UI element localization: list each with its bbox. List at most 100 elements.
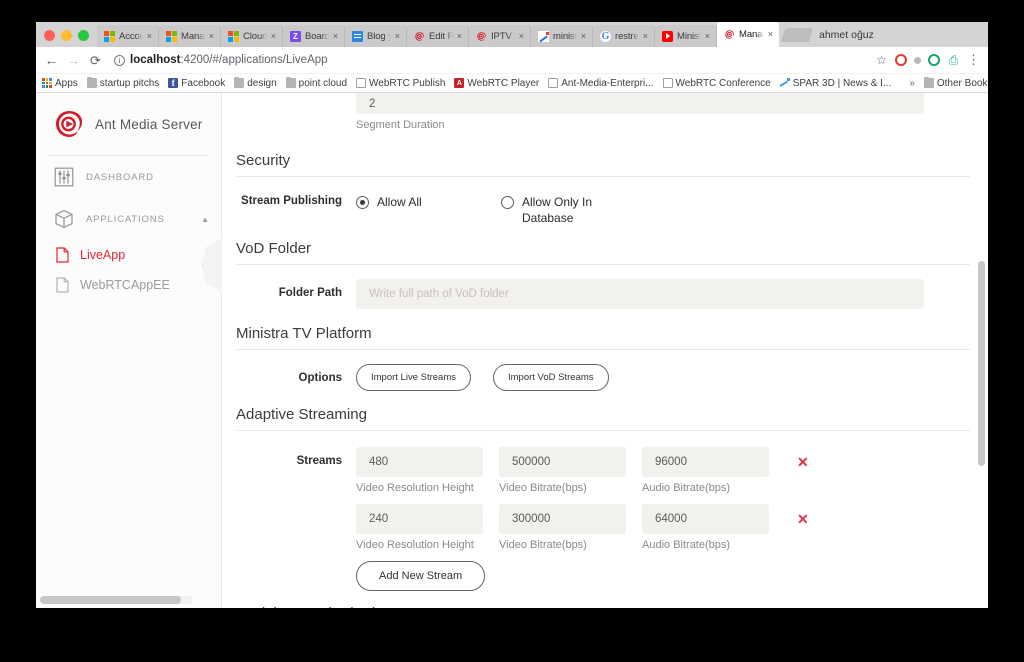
close-tab-icon[interactable]: ×: [768, 30, 773, 39]
sidebar-horizontal-scrollbar[interactable]: [40, 596, 193, 604]
page-scrollbar-thumb[interactable]: [978, 261, 985, 466]
ant-media-icon: [476, 31, 487, 42]
radio-allow-only-in-database[interactable]: Allow Only In Database: [501, 195, 631, 226]
browser-tab[interactable]: Grestream ×: [593, 25, 655, 47]
close-tab-icon[interactable]: ×: [333, 31, 338, 41]
vod-folder-divider: [236, 264, 970, 266]
close-tab-icon[interactable]: ×: [643, 31, 648, 41]
browser-tab[interactable]: ministra ×: [531, 25, 593, 47]
tab-label: Board · a: [305, 30, 329, 42]
close-tab-icon[interactable]: ×: [457, 31, 462, 41]
browser-tab[interactable]: IPTV Int ×: [469, 25, 531, 47]
bookmark-label: Apps: [55, 77, 78, 89]
forward-icon[interactable]: →: [66, 53, 81, 67]
segment-duration-input[interactable]: 2: [356, 93, 924, 114]
reload-icon[interactable]: ⟳: [88, 54, 103, 67]
sidebar-item-liveapp[interactable]: LiveApp: [36, 240, 221, 270]
profile-name[interactable]: ahmet oğuz: [819, 29, 882, 47]
folder-icon: [234, 76, 245, 88]
zeplin-icon: Z: [290, 30, 301, 42]
column-header: Audio Bitrate(bps): [642, 539, 731, 552]
video-resolution-height-input[interactable]: 240: [356, 504, 483, 535]
close-tab-icon[interactable]: ×: [581, 31, 586, 41]
bookmarks-list: Apps startup pitchs f Facebook design point c…: [42, 76, 891, 89]
close-tab-icon[interactable]: ×: [209, 31, 214, 41]
site-info-icon[interactable]: i: [114, 54, 125, 66]
audio-bitrate-input[interactable]: 64000: [642, 504, 769, 535]
page-vertical-scrollbar[interactable]: [975, 93, 988, 608]
omnibox-icons: ☆ ⎙ ⋮: [875, 52, 980, 67]
close-tab-icon[interactable]: ×: [147, 31, 152, 41]
radio-allow-all[interactable]: Allow All: [356, 195, 501, 211]
close-tab-icon[interactable]: ×: [705, 31, 710, 41]
bookmark-item[interactable]: Ant-Media-Enterpri...: [548, 78, 654, 89]
green-circle-extension-icon[interactable]: [928, 54, 940, 66]
close-tab-icon[interactable]: ×: [395, 31, 400, 41]
browser-tab[interactable]: Manager ×: [717, 22, 779, 47]
browser-tab[interactable]: Ministra ×: [655, 25, 717, 47]
close-window-button[interactable]: [44, 30, 55, 41]
sidebar-scrollbar-thumb[interactable]: [40, 596, 181, 604]
streams-container: 480 500000 96000 ✕ Video Resolution Height Vi…: [356, 447, 809, 592]
browser-tab[interactable]: Z Board · a ×: [283, 25, 345, 47]
teal-chat-extension-icon[interactable]: ⎙: [947, 53, 960, 67]
grey-dot-extension-icon[interactable]: [914, 56, 921, 64]
bookmark-item[interactable]: A WebRTC Player: [454, 78, 539, 89]
radio-dot-icon[interactable]: [501, 196, 514, 209]
video-resolution-height-input[interactable]: 480: [356, 447, 483, 478]
bookmark-item[interactable]: Apps: [42, 78, 78, 89]
add-new-stream-button[interactable]: Add New Stream: [356, 561, 486, 592]
remove-stream-button[interactable]: ✕: [797, 512, 809, 526]
bookmark-star-icon[interactable]: ☆: [875, 53, 888, 67]
close-tab-icon[interactable]: ×: [519, 31, 524, 41]
chevron-up-icon[interactable]: ▲: [201, 215, 209, 224]
other-bookmarks-button[interactable]: Other Bookmarks: [923, 76, 988, 89]
remove-stream-button[interactable]: ✕: [797, 455, 809, 469]
minimize-window-button[interactable]: [61, 30, 72, 41]
maximize-window-button[interactable]: [78, 30, 89, 41]
bookmark-item[interactable]: SPAR 3D | News & I...: [779, 78, 891, 89]
browser-tab[interactable]: Cloud Pa ×: [221, 25, 283, 47]
window-controls[interactable]: [36, 30, 97, 47]
tab-label: ministra: [553, 30, 577, 42]
brand[interactable]: Ant Media Server: [36, 93, 221, 155]
tab-label: restream: [615, 30, 639, 42]
tab-label: IPTV Int: [491, 30, 515, 42]
brand-name: Ant Media Server: [95, 116, 203, 132]
new-tab-button[interactable]: [780, 28, 814, 42]
bookmark-item[interactable]: WebRTC Publish: [356, 78, 445, 89]
bookmark-item[interactable]: design: [234, 76, 277, 89]
bookmarks-overflow-icon[interactable]: »: [909, 78, 915, 89]
bookmark-item[interactable]: f Facebook: [168, 78, 225, 89]
browser-menu-icon[interactable]: ⋮: [967, 52, 980, 67]
microsoft-icon: [166, 30, 177, 42]
bookmark-label: WebRTC Publish: [369, 77, 446, 89]
radio-dot-selected-icon[interactable]: [356, 196, 369, 209]
column-header: Video Resolution Height: [356, 482, 474, 495]
browser-tab[interactable]: Edit Pos ×: [407, 25, 469, 47]
browser-tab[interactable]: Manage ×: [159, 25, 221, 47]
audio-bitrate-input[interactable]: 96000: [642, 447, 769, 478]
import-vod-streams-button[interactable]: Import VoD Streams: [493, 364, 609, 392]
import-live-streams-button[interactable]: Import Live Streams: [356, 364, 471, 392]
address-bar[interactable]: i localhost:4200/#/applications/LiveApp: [110, 50, 868, 70]
apps-grid-icon: [42, 78, 52, 88]
video-bitrate-input[interactable]: 500000: [499, 447, 626, 478]
video-bitrate-input[interactable]: 300000: [499, 504, 626, 535]
sidebar-item-applications[interactable]: APPLICATIONS ▲: [36, 198, 221, 240]
sidebar-item-label: LiveApp: [80, 248, 126, 262]
bookmark-item[interactable]: WebRTC Conference: [662, 78, 771, 89]
file-icon: [56, 277, 69, 293]
folder-icon: [923, 76, 934, 88]
browser-tab[interactable]: Account ×: [97, 25, 159, 47]
bookmark-item[interactable]: point cloud: [285, 76, 347, 89]
opera-extension-icon[interactable]: [895, 54, 907, 66]
bookmark-item[interactable]: startup pitchs: [86, 76, 159, 89]
sidebar-item-dashboard[interactable]: DASHBOARD: [36, 156, 221, 198]
close-tab-icon[interactable]: ×: [271, 31, 276, 41]
folder-path-input[interactable]: Write full path of VoD folder: [356, 279, 924, 310]
back-icon[interactable]: ←: [44, 53, 59, 67]
sidebar-item-webrtcappee[interactable]: WebRTCAppEE: [36, 270, 221, 300]
url-path: :4200/#/applications/LiveApp: [180, 54, 328, 66]
browser-tab[interactable]: Blog yaz ×: [345, 25, 407, 47]
